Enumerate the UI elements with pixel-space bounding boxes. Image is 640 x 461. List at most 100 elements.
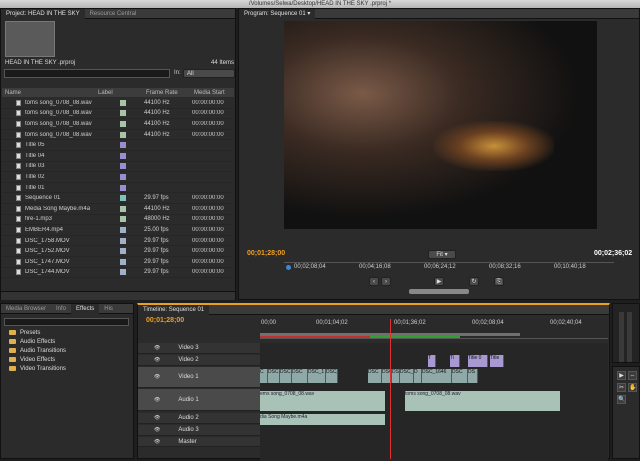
eye-icon[interactable]: 👁 [154,374,160,380]
tab-media-browser[interactable]: Media Browser [1,304,51,314]
tab-program[interactable]: Program: Sequence 01 ▾ [239,8,316,19]
tool-button[interactable]: 🔍 [617,395,626,404]
video-clip[interactable]: DSC [452,369,468,383]
label-swatch[interactable] [120,205,126,212]
video-clip[interactable]: DSC [292,369,308,383]
effects-search-input[interactable] [4,318,129,326]
label-swatch[interactable] [120,216,126,223]
title-clip[interactable]: T [428,355,436,367]
label-swatch[interactable] [120,173,126,180]
track-header[interactable]: 👁 Audio 1 [138,389,260,411]
list-item[interactable]: Title 03 [2,162,232,173]
video-clip[interactable]: DSC [368,369,382,383]
timeline-ruler[interactable]: 00;00 00;01;04;02 00;01;36;02 00;02;08;0… [260,319,608,339]
list-item[interactable]: Title 02 [2,172,232,183]
col-label[interactable]: Label [98,90,146,96]
list-item[interactable]: EMBER4.mp4 25.00 fps 00:00:00:00 [2,225,232,236]
tab-project[interactable]: Project: HEAD IN THE SKY [1,8,85,19]
title-clip[interactable]: Title 0 [468,355,488,367]
col-media-start[interactable]: Media Start [194,90,234,96]
eye-icon[interactable]: 👁 [154,345,160,351]
search-input[interactable] [4,69,170,78]
track-header[interactable]: 👁 Video 2 [138,355,260,366]
export-frame-button[interactable]: ⎘ [494,277,504,286]
eye-icon[interactable]: 👁 [154,397,160,403]
track-header[interactable]: 👁 Video 1 [138,367,260,388]
program-ruler[interactable]: 00;02;08;04 00;04;16;08 00;06;24;12 00;0… [284,262,614,272]
title-clip[interactable]: Title [490,355,504,367]
video-clip[interactable]: DSC_1646 [422,369,452,383]
video-clip[interactable]: DSC [280,369,292,383]
video-clip[interactable]: DS [468,369,478,383]
list-item[interactable]: toms song_0708_08.wav 44100 Hz 00:00:00:00 [2,109,232,120]
tab-resource-central[interactable]: Resource Central [85,9,142,19]
loop-button[interactable]: ↻ [469,277,479,286]
list-item[interactable]: DSC_1758.MOV 29.97 fps 00:00:00:00 [2,236,232,247]
list-item[interactable]: DSC_1752.MOV 29.97 fps 00:00:00:00 [2,246,232,257]
label-swatch[interactable] [120,195,126,202]
tab-effects[interactable]: Effects [71,303,100,314]
track-header[interactable]: 👁 Master [138,437,260,447]
label-swatch[interactable] [120,237,126,244]
playhead-marker[interactable] [286,265,291,270]
eye-icon[interactable]: 👁 [154,439,160,445]
audio-clip[interactable]: ems song_0708_08.wav [260,391,385,411]
col-name[interactable]: Name [2,90,98,96]
playhead-line[interactable] [390,319,391,459]
tool-button[interactable]: ✋ [628,383,637,392]
label-swatch[interactable] [120,110,126,117]
list-item[interactable]: Title 04 [2,151,232,162]
list-item[interactable]: toms song_0708_08.wav 44100 Hz 00:00:00:00 [2,98,232,109]
tab-info[interactable]: Info [51,304,71,314]
video-clip[interactable]: DSC [268,369,280,383]
list-item[interactable]: toms song_0708_08.wav 44100 Hz 00:00:00:00 [2,119,232,130]
in-dropdown[interactable]: All [183,69,235,78]
title-clip[interactable]: Ti [450,355,460,367]
list-item[interactable]: Sequence 01 29.97 fps 00:00:00:00 [2,193,232,204]
list-item[interactable]: fire-1.mp3 48000 Hz 00:00:00:00 [2,215,232,226]
eye-icon[interactable]: 👁 [154,415,160,421]
video-clip[interactable]: D [414,369,422,383]
label-swatch[interactable] [120,131,126,138]
list-item[interactable]: Title 01 [2,183,232,194]
list-item[interactable]: Title 05 [2,140,232,151]
track-header[interactable]: 👁 Audio 3 [138,425,260,436]
label-swatch[interactable] [120,99,126,106]
tab-timeline[interactable]: Timeline: Sequence 01 [138,304,210,315]
step-forward-button[interactable]: › [381,277,391,286]
track-header[interactable]: 👁 Audio 2 [138,413,260,424]
label-swatch[interactable] [120,152,126,159]
tool-button[interactable]: ▶ [617,371,626,380]
tab-history[interactable]: His [99,304,118,314]
label-swatch[interactable] [120,163,126,170]
eye-icon[interactable]: 👁 [154,427,160,433]
folder-video-effects[interactable]: Video Effects [9,355,55,364]
list-item[interactable]: toms song_0708_08.wav 44100 Hz 00:00:00:00 [2,130,232,141]
label-swatch[interactable] [120,142,126,149]
video-clip[interactable]: DSC_1 [308,369,326,383]
track-header[interactable]: 👁 Video 3 [138,343,260,354]
current-timecode[interactable]: 00;01;28;00 [247,250,285,257]
tool-button[interactable]: ✂ [617,383,626,392]
audio-clip[interactable]: toms song_0708_08.wav [405,391,560,411]
video-clip[interactable]: DSC_ [326,369,338,383]
list-item[interactable]: Media Song Maybe.m4a 44100 Hz 00:00:00:00 [2,204,232,215]
folder-video-transitions[interactable]: Video Transitions [9,364,66,373]
list-item[interactable]: DSC_1744.MOV 29.97 fps 00:00:00:00 [2,268,232,279]
label-swatch[interactable] [120,226,126,233]
label-swatch[interactable] [120,248,126,255]
label-swatch[interactable] [120,258,126,265]
timeline-timecode[interactable]: 00;01;28;00 [146,317,184,324]
folder-audio-transitions[interactable]: Audio Transitions [9,346,66,355]
label-swatch[interactable] [120,269,126,276]
fit-dropdown[interactable]: Fit ▾ [428,250,456,259]
video-clip[interactable]: DSC_1 [400,369,414,383]
label-swatch[interactable] [120,184,126,191]
tool-button[interactable]: ⇔ [628,371,637,380]
video-clip[interactable]: C [260,369,268,383]
eye-icon[interactable]: 👁 [154,357,160,363]
list-item[interactable]: DSC_1747.MOV 29.97 fps 00:00:00:00 [2,257,232,268]
audio-clip[interactable]: dia Song Maybe.m4a [260,414,385,425]
folder-presets[interactable]: Presets [9,328,40,337]
play-button[interactable]: ▶ [434,277,444,286]
